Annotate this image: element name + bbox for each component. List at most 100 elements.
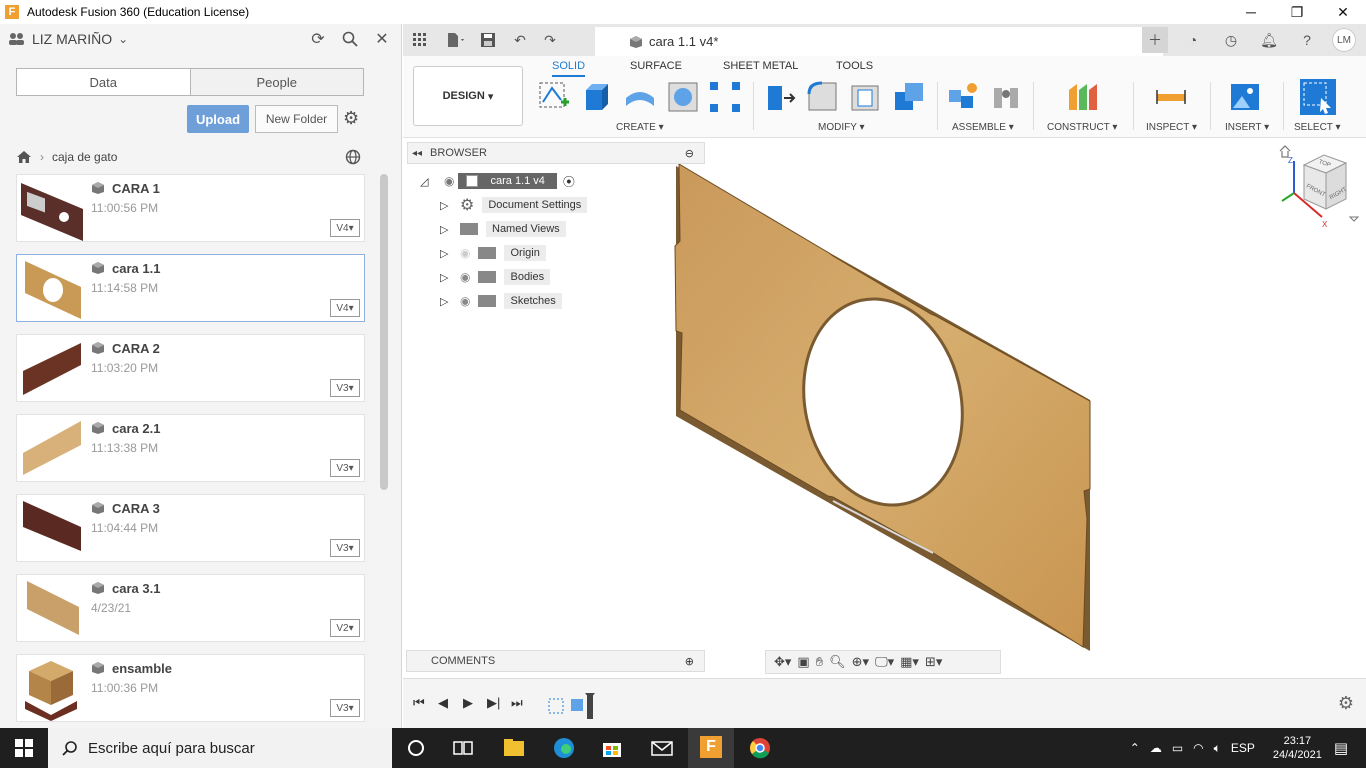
grid-settings-icon[interactable]: ▦▾ — [900, 654, 919, 670]
tree-root[interactable]: ◿ ◉ cara 1.1 v4 ⦿ — [420, 172, 575, 190]
gear-icon[interactable]: ⚙ — [343, 108, 359, 129]
version-dropdown[interactable]: V3 ▾ — [330, 459, 360, 477]
collapse-browser-icon[interactable]: ◂◂ — [412, 148, 422, 159]
viewcube-menu-icon[interactable] — [1348, 216, 1360, 222]
combine-icon[interactable] — [892, 80, 926, 114]
version-dropdown[interactable]: V3 ▾ — [330, 699, 360, 717]
timeline-features[interactable] — [547, 693, 599, 721]
construct-menu[interactable]: CONSTRUCT ▾ — [1047, 122, 1117, 133]
eye-hidden-icon[interactable]: ◉ — [460, 246, 470, 260]
help-icon[interactable]: ? — [1294, 27, 1320, 53]
user-name[interactable]: LIZ MARIÑO — [32, 31, 112, 47]
show-hidden-icons-icon[interactable]: ⌃ — [1130, 741, 1140, 755]
extensions-icon[interactable]: ◔ — [1180, 27, 1206, 53]
go-to-end-icon[interactable]: ⏭ — [511, 695, 523, 711]
step-back-icon[interactable]: ◀ — [438, 695, 448, 711]
battery-icon[interactable]: ▭ — [1172, 741, 1183, 755]
wood-panel[interactable] — [674, 163, 1091, 651]
go-to-start-icon[interactable]: ⏮ — [413, 695, 425, 711]
search-icon[interactable] — [339, 28, 361, 50]
comments-panel-header[interactable]: COMMENTS ⊕ — [406, 650, 705, 672]
measure-icon[interactable] — [1154, 80, 1188, 114]
minus-icon[interactable]: ⊖ — [685, 147, 694, 160]
file-explorer-icon[interactable] — [502, 736, 526, 760]
notifications-icon[interactable]: 🔔︎ — [1256, 27, 1282, 53]
list-item[interactable]: cara 3.1 4/23/21 V2 ▾ — [16, 574, 365, 642]
create-menu[interactable]: CREATE ▾ — [616, 122, 664, 133]
expand-arrow-icon[interactable]: ▷ — [440, 199, 454, 212]
refresh-icon[interactable]: ⟳ — [307, 28, 329, 50]
tab-solid[interactable]: SOLID — [552, 60, 586, 77]
data-panel-scrollbar[interactable] — [380, 174, 388, 490]
minimize-button[interactable]: ─ — [1228, 0, 1274, 24]
version-dropdown[interactable]: V4 ▾ — [330, 299, 360, 317]
upload-button[interactable]: Upload — [187, 105, 249, 133]
assemble-menu[interactable]: ASSEMBLE ▾ — [952, 122, 1014, 133]
tree-item[interactable]: ▷ ◉ Origin — [440, 244, 546, 262]
version-dropdown[interactable]: V3 ▾ — [330, 379, 360, 397]
grid-icon[interactable] — [407, 27, 433, 53]
pan-icon[interactable]: ✋︎ — [816, 654, 823, 670]
root-component[interactable]: cara 1.1 v4 — [458, 173, 557, 189]
expand-arrow-icon[interactable]: ◿ — [420, 175, 434, 188]
activate-radio-icon[interactable]: ⦿ — [563, 173, 575, 190]
mail-icon[interactable] — [650, 736, 674, 760]
clock[interactable]: 23:17 24/4/2021 — [1273, 734, 1322, 762]
document-tab[interactable]: cara 1.1 v4* ✕ — [595, 27, 1163, 56]
notification-center-icon[interactable]: ▤ — [1334, 739, 1348, 757]
expand-arrow-icon[interactable]: ▷ — [440, 271, 454, 284]
list-item[interactable]: ensamble 11:00:36 PM V3 ▾ — [16, 654, 365, 722]
modify-menu[interactable]: MODIFY ▾ — [818, 122, 865, 133]
browser-panel-header[interactable]: ◂◂ BROWSER ⊖ — [407, 142, 705, 164]
insert-image-icon[interactable] — [1228, 80, 1262, 114]
shell-icon[interactable] — [849, 80, 883, 114]
new-folder-button[interactable]: New Folder — [255, 105, 338, 133]
expand-arrow-icon[interactable]: ▷ — [440, 247, 454, 260]
tree-item[interactable]: ▷ ⚙ Document Settings — [440, 196, 588, 214]
language-indicator[interactable]: ESP — [1231, 741, 1255, 755]
list-item[interactable]: CARA 2 11:03:20 PM V3 ▾ — [16, 334, 365, 402]
file-menu-icon[interactable] — [443, 27, 469, 53]
tab-people[interactable]: People — [189, 69, 363, 95]
undo-icon[interactable]: ↶ — [507, 27, 533, 53]
fusion-taskbar-button[interactable]: F — [688, 728, 734, 768]
pattern-icon[interactable] — [708, 80, 742, 114]
close-window-button[interactable]: ✕ — [1320, 0, 1366, 24]
tab-sheet-metal[interactable]: SHEET METAL — [723, 60, 798, 72]
revolve-icon[interactable] — [623, 80, 657, 114]
tree-item[interactable]: ▷ Named Views — [440, 220, 566, 238]
step-forward-icon[interactable]: ▶| — [487, 695, 500, 711]
insert-menu[interactable]: INSERT ▾ — [1225, 122, 1269, 133]
gear-icon[interactable]: ⚙ — [1338, 693, 1354, 714]
zoom-icon[interactable]: 🔍︎ — [829, 654, 846, 670]
plus-icon[interactable]: ⊕ — [685, 655, 694, 668]
save-icon[interactable] — [475, 27, 501, 53]
windows-start-icon[interactable] — [15, 739, 33, 757]
maximize-button[interactable]: ❐ — [1274, 0, 1320, 24]
offset-plane-icon[interactable] — [1065, 80, 1099, 114]
version-dropdown[interactable]: V3 ▾ — [330, 539, 360, 557]
expand-arrow-icon[interactable]: ▷ — [440, 295, 454, 308]
zoom-window-icon[interactable]: ⊕▾ — [852, 654, 869, 670]
version-dropdown[interactable]: V2 ▾ — [330, 619, 360, 637]
hole-icon[interactable] — [666, 80, 700, 114]
display-settings-icon[interactable]: 🖵▾ — [875, 654, 894, 670]
viewports-icon[interactable]: ⊞▾ — [925, 654, 942, 670]
tab-data[interactable]: Data — [17, 69, 190, 95]
fillet-icon[interactable] — [806, 80, 840, 114]
taskbar-search[interactable]: Escribe aquí para buscar — [48, 728, 392, 768]
look-at-icon[interactable]: ▣ — [797, 654, 809, 670]
joint-icon[interactable] — [990, 80, 1024, 114]
edge-icon[interactable] — [552, 736, 576, 760]
workspace-switcher[interactable]: DESIGN ▾ — [413, 66, 523, 126]
inspect-menu[interactable]: INSPECT ▾ — [1146, 122, 1197, 133]
list-item[interactable]: cara 1.1 11:14:58 PM V4 ▾ — [16, 254, 365, 322]
globe-icon[interactable] — [345, 149, 361, 169]
redo-icon[interactable]: ↷ — [537, 27, 563, 53]
new-tab-icon[interactable]: ＋ — [1142, 27, 1168, 53]
press-pull-icon[interactable] — [764, 80, 798, 114]
avatar[interactable]: LM — [1332, 28, 1356, 52]
onedrive-icon[interactable]: ☁ — [1150, 741, 1162, 755]
breadcrumb-folder[interactable]: caja de gato — [52, 150, 117, 164]
select-icon[interactable] — [1299, 78, 1337, 116]
